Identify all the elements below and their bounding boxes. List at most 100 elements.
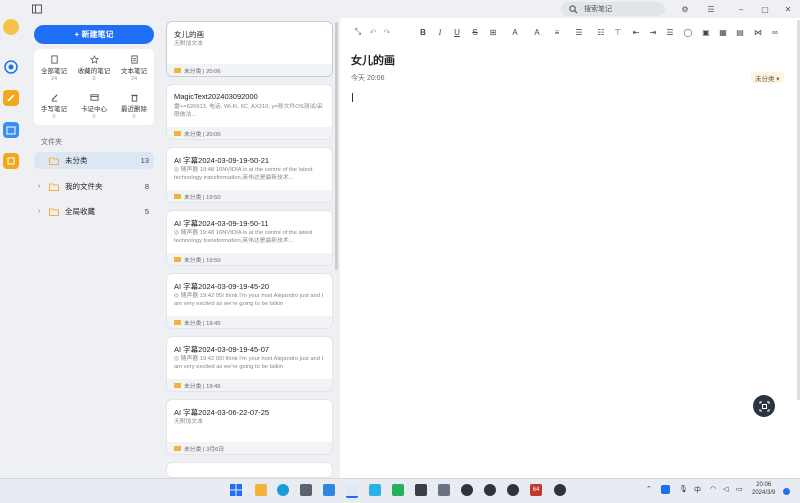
avatar[interactable] xyxy=(3,19,19,35)
notes-taskbar-icon[interactable] xyxy=(346,484,358,498)
mail-icon[interactable] xyxy=(323,484,335,496)
new-note-button[interactable]: + 新建笔记 xyxy=(34,25,154,44)
note-title-heading[interactable]: 女儿的画 xyxy=(351,52,395,68)
scan-icon xyxy=(759,401,769,411)
indent-increase-icon[interactable]: ⇥ xyxy=(648,27,658,37)
volume-icon[interactable]: ◁ xyxy=(723,485,728,493)
note-card[interactable]: AI 字幕2024-03-09-19-45-20 ◎ 随声器 19:42 05I… xyxy=(166,273,333,329)
category-cards[interactable]: 卡证中心 0 xyxy=(74,89,114,125)
bullet-list-icon[interactable]: ☰ xyxy=(574,27,584,37)
gallery-icon[interactable] xyxy=(438,484,450,496)
category-count: 0 xyxy=(52,114,56,120)
note-card[interactable]: AI 字幕2024-03-09-19-50-11 ◎ 随声器 19:48 16N… xyxy=(166,210,333,266)
note-meta-bar: 未分类 | 19:45 xyxy=(167,379,332,391)
folder-item-uncategorized[interactable]: 未分类 13 xyxy=(34,152,154,169)
note-card[interactable]: MagicText202403092000 雷+=626913, 电话, Wi-… xyxy=(166,84,333,140)
notification-icon[interactable] xyxy=(783,488,790,495)
indent-decrease-icon[interactable]: ⇤ xyxy=(631,27,641,37)
numbered-list-icon[interactable]: ☷ xyxy=(596,27,606,37)
italic-icon[interactable]: I xyxy=(435,27,445,37)
note-card[interactable]: AI 字幕2024-03-06-22-07-25 无附加文本 未分类 | 3月6… xyxy=(166,399,333,455)
category-handwriting[interactable]: 手写笔记 0 xyxy=(34,89,74,125)
category-dropdown[interactable]: 未分类 ▾ xyxy=(751,72,784,83)
clock[interactable]: 20:06 2024/3/9 xyxy=(752,481,775,497)
minimize-icon[interactable]: – xyxy=(735,3,747,15)
phone-icon[interactable] xyxy=(392,484,404,496)
category-trash[interactable]: 最近删除 0 xyxy=(114,89,154,125)
text-cursor xyxy=(352,93,353,102)
microphone-icon[interactable]: 🎙 xyxy=(679,485,688,493)
start-button[interactable] xyxy=(230,484,242,496)
text-box-icon[interactable]: ⊞ xyxy=(488,27,498,37)
menu-icon[interactable]: ☰ xyxy=(705,3,717,15)
strikethrough-icon[interactable]: S xyxy=(470,27,480,37)
note-card[interactable]: AI 字幕2024-03-09-19-50-21 ◎ 随声器 19:48 16N… xyxy=(166,147,333,203)
store-icon[interactable] xyxy=(300,484,312,496)
note-card[interactable]: AI 字幕2024-03-09-19-45-07 ◎ 随声器 19:42 05I… xyxy=(166,336,333,392)
location-icon[interactable] xyxy=(3,59,19,75)
tasks-icon[interactable] xyxy=(3,153,19,169)
folder-item-global-favorites[interactable]: › 全局收藏 5 xyxy=(34,203,154,220)
close-icon[interactable]: ✕ xyxy=(782,3,794,15)
folder-icon xyxy=(174,130,181,136)
tray-app-icon[interactable] xyxy=(661,485,670,494)
expand-icon[interactable]: ⤡ xyxy=(353,27,363,37)
table-icon[interactable]: ▦ xyxy=(718,27,728,37)
category-count: 0 xyxy=(92,114,96,120)
chevron-right-icon[interactable]: › xyxy=(38,208,46,215)
pen-icon xyxy=(50,94,58,102)
image-icon[interactable]: ▣ xyxy=(701,27,711,37)
chevron-up-icon[interactable]: ⌃ xyxy=(646,485,652,493)
category-favorites[interactable]: 收藏的笔记 0 xyxy=(74,51,114,87)
bold-icon[interactable]: B xyxy=(418,27,428,37)
chat-icon[interactable] xyxy=(369,484,381,496)
divider-icon[interactable]: ☰ xyxy=(665,27,675,37)
notes-app-icon[interactable] xyxy=(3,90,19,106)
calendar-icon[interactable] xyxy=(3,122,19,138)
folder-label: 全局收藏 xyxy=(65,207,95,216)
scan-text-button[interactable] xyxy=(753,395,775,417)
card-icon xyxy=(89,94,99,101)
chevron-right-icon[interactable]: › xyxy=(38,183,46,190)
font-color-icon[interactable]: A xyxy=(510,27,520,37)
folder-icon xyxy=(49,208,59,216)
share-icon[interactable]: ⋈ xyxy=(753,27,763,37)
note-meta-bar: 未分类 | 19:45 xyxy=(167,316,332,328)
category-label: 收藏的笔记 xyxy=(77,68,111,75)
wifi-icon[interactable]: ◠ xyxy=(710,485,716,493)
file-icon[interactable]: ▤ xyxy=(735,27,745,37)
category-all-notes[interactable]: 全部笔记 24 xyxy=(34,51,74,87)
photos-icon[interactable] xyxy=(415,484,427,496)
edge-browser-icon[interactable] xyxy=(277,484,289,496)
underline-icon[interactable]: U xyxy=(452,27,462,37)
search-input[interactable]: 搜索笔记 xyxy=(561,2,665,16)
app-icon-1[interactable] xyxy=(461,484,473,496)
align-icon[interactable]: ≡ xyxy=(552,27,562,37)
app-icon-2[interactable] xyxy=(484,484,496,496)
maximize-icon[interactable]: ▢ xyxy=(759,3,771,15)
file-explorer-icon[interactable] xyxy=(255,484,267,496)
category-label: 全部笔记 xyxy=(41,68,67,75)
app-badge-icon[interactable]: 64 xyxy=(530,484,542,496)
folder-item-my-folders[interactable]: › 我的文件夹 8 xyxy=(34,178,154,195)
note-list-scrollbar[interactable] xyxy=(335,22,338,270)
category-label: 卡证中心 xyxy=(81,106,107,113)
undo-icon[interactable]: ↶ xyxy=(368,27,378,37)
link-icon[interactable]: ∞ xyxy=(770,27,780,37)
ime-indicator[interactable]: 中 xyxy=(694,485,701,495)
category-text-notes[interactable]: 文本笔记 24 xyxy=(114,51,154,87)
battery-icon[interactable]: ▭ xyxy=(736,485,743,493)
note-card[interactable]: 女儿的画 无附加文本 未分类 | 20:06 xyxy=(166,21,333,77)
highlight-icon[interactable]: A xyxy=(532,27,542,37)
settings-icon[interactable]: ⚙ xyxy=(679,3,691,15)
trash-icon xyxy=(130,94,138,102)
redo-icon[interactable]: ↷ xyxy=(382,27,392,37)
checkbox-icon[interactable]: ◯ xyxy=(683,27,693,37)
note-card[interactable] xyxy=(166,462,333,478)
app-icon-3[interactable] xyxy=(507,484,519,496)
shirt-style-icon[interactable]: ⊤ xyxy=(613,27,623,37)
folder-icon xyxy=(49,157,59,165)
app-icon-4[interactable] xyxy=(554,484,566,496)
sidebar-toggle-icon[interactable] xyxy=(32,4,42,14)
note-meta: 未分类 | 19:50 xyxy=(184,257,221,264)
